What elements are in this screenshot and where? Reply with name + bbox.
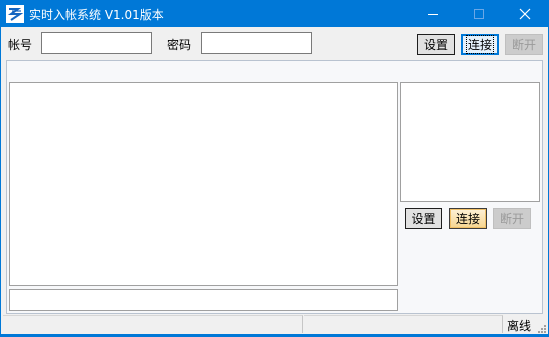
resize-grip-icon[interactable] [537,323,547,333]
status-bar: 离线 [1,314,548,334]
maximize-icon [474,9,484,19]
connect-button[interactable]: 连接 [461,34,499,55]
maximize-button [456,1,502,27]
side-disconnect-button: 断开 [493,208,531,229]
connection-status: 离线 [507,319,532,333]
connect-button-label: 连接 [465,35,495,54]
disconnect-button: 断开 [505,34,543,55]
settings-button[interactable]: 设置 [417,34,455,55]
app-logo-icon [6,5,24,23]
account-input[interactable] [41,32,152,54]
window-title: 实时入帐系统 V1.01版本 [29,8,164,22]
status-pane-2 [304,315,503,333]
settings-button-label: 设置 [423,38,448,52]
side-settings-button[interactable]: 设置 [405,208,442,229]
minimize-icon [428,14,438,15]
close-icon [519,8,531,20]
side-connect-button-label: 连接 [455,212,480,226]
main-window: 实时入帐系统 V1.01版本 帐号 密码 设置 连接 断开 设置 连接 断开 离… [0,0,549,335]
minimize-button[interactable] [410,1,456,27]
side-connect-button[interactable]: 连接 [449,208,487,229]
command-input[interactable] [9,289,398,311]
side-disconnect-button-label: 断开 [499,212,524,226]
status-pane-1 [3,315,303,333]
disconnect-button-label: 断开 [511,38,536,52]
log-panel[interactable] [9,82,398,286]
close-button[interactable] [502,1,548,27]
password-input[interactable] [201,32,312,54]
account-label: 帐号 [8,38,33,52]
password-label: 密码 [167,38,192,52]
title-bar[interactable]: 实时入帐系统 V1.01版本 [1,1,548,27]
side-panel[interactable] [400,82,540,202]
side-settings-button-label: 设置 [411,212,436,226]
